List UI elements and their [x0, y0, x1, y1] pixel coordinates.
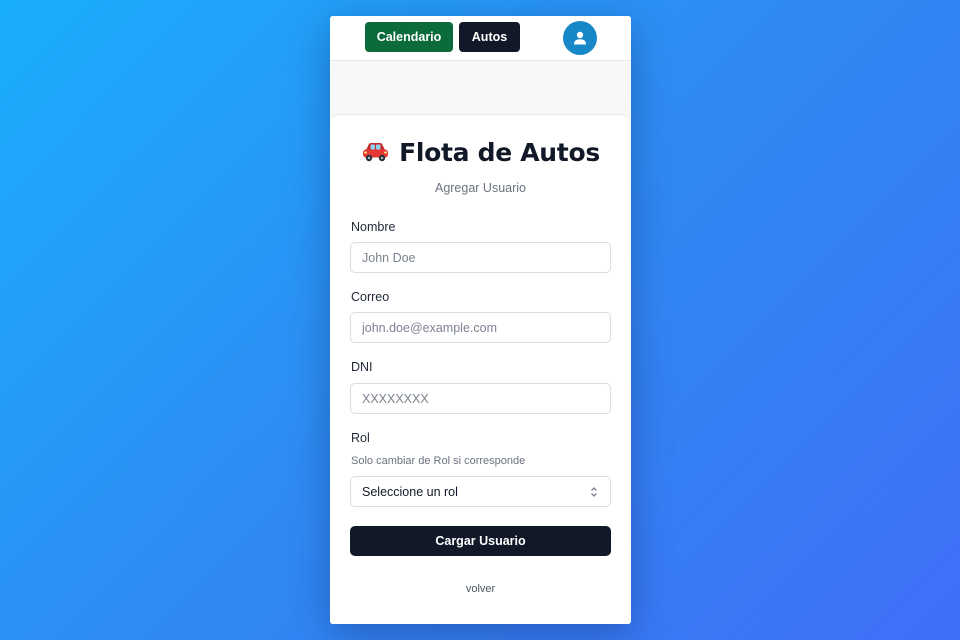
user-icon — [574, 31, 586, 45]
rol-select-value: Seleccione un rol — [362, 484, 458, 499]
title-row: Flota de Autos — [330, 135, 631, 169]
form-card: Flota de Autos Agregar Usuario Nombre Co… — [330, 114, 631, 624]
user-avatar-button[interactable] — [563, 21, 597, 55]
dni-label: DNI — [351, 360, 373, 374]
nombre-label: Nombre — [351, 220, 396, 234]
chevron-up-down-icon — [591, 487, 597, 497]
navbar: Calendario Autos — [330, 16, 631, 61]
rol-help-text: Solo cambiar de Rol si corresponde — [351, 455, 526, 467]
nombre-input[interactable] — [350, 242, 611, 273]
calendario-button[interactable]: Calendario — [365, 22, 453, 52]
rol-label: Rol — [351, 431, 370, 445]
car-icon — [363, 143, 389, 162]
volver-link[interactable]: volver — [330, 583, 631, 595]
app-window: Calendario Autos Flota de Autos Agregar … — [330, 16, 631, 624]
dni-input[interactable] — [350, 383, 611, 414]
page-subtitle: Agregar Usuario — [434, 181, 526, 195]
cargar-usuario-button[interactable]: Cargar Usuario — [350, 526, 611, 556]
correo-input[interactable] — [350, 312, 611, 343]
page-title: Flota de Autos — [399, 137, 600, 167]
correo-label: Correo — [351, 290, 390, 304]
autos-button[interactable]: Autos — [459, 22, 520, 52]
rol-select[interactable]: Seleccione un rol — [350, 476, 611, 507]
